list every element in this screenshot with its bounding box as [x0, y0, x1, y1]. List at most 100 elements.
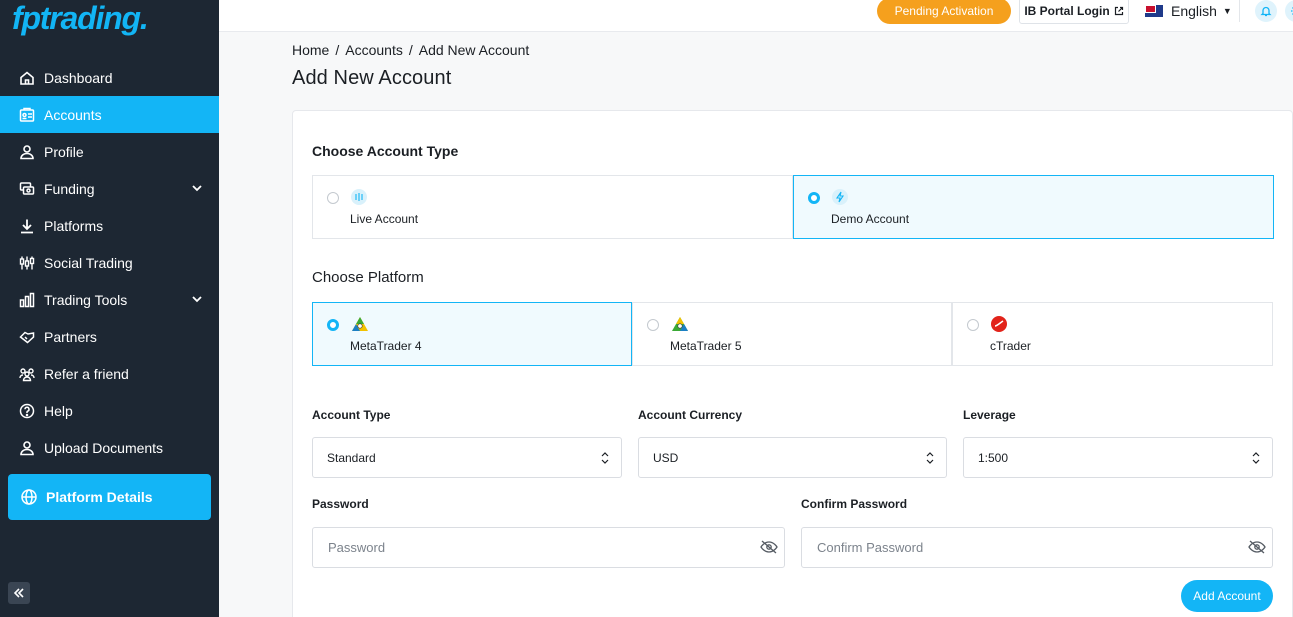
live-account-icon — [351, 189, 367, 205]
breadcrumb: Home / Accounts / Add New Account — [292, 42, 529, 58]
language-selector[interactable]: English ▼ — [1137, 0, 1233, 24]
live-account-label: Live Account — [350, 212, 419, 226]
settings-button[interactable] — [1285, 0, 1293, 22]
select-arrows-icon — [926, 452, 934, 464]
brand-logo[interactable]: fptrading. — [12, 0, 149, 37]
account-currency-value: USD — [653, 450, 679, 465]
home-icon — [18, 69, 36, 87]
sidebar-item-label: Help — [44, 402, 73, 419]
sidebar-item-label: Partners — [44, 328, 97, 345]
sidebar-item-label: Trading Tools — [44, 291, 128, 308]
demo-account-label: Demo Account — [831, 212, 910, 226]
account-currency-select[interactable]: USD — [638, 437, 947, 478]
ib-portal-login-label: IB Portal Login — [1024, 4, 1110, 18]
platform-details-button[interactable]: Platform Details — [8, 474, 211, 520]
logo-text: fptrading — [12, 0, 141, 36]
confirm-password-input[interactable] — [801, 527, 1273, 568]
chart-icon — [18, 291, 36, 309]
breadcrumb-accounts[interactable]: Accounts — [345, 42, 403, 58]
ctrader-icon — [991, 316, 1007, 332]
funding-icon — [18, 180, 36, 198]
collapse-sidebar-button[interactable] — [8, 582, 30, 604]
password-input[interactable] — [312, 527, 785, 568]
eye-slash-icon[interactable] — [1248, 540, 1266, 554]
confirm-password-label: Confirm Password — [801, 497, 908, 511]
accounts-icon — [18, 106, 36, 124]
sidebar-item-dashboard[interactable]: Dashboard — [0, 59, 219, 96]
chevron-down-icon[interactable] — [191, 293, 203, 305]
ctrader-label: cTrader — [990, 339, 1031, 353]
notifications-button[interactable] — [1255, 0, 1277, 22]
globe-icon — [20, 488, 38, 506]
handshake-icon — [18, 328, 36, 346]
double-chevron-left-icon — [13, 588, 24, 598]
ctrader-radio[interactable] — [967, 319, 979, 331]
demo-account-icon — [832, 189, 848, 205]
caret-down-icon: ▼ — [1222, 6, 1232, 16]
sidebar-item-label: Social Trading — [44, 254, 133, 271]
account-type-options: Live Account Demo Account — [312, 175, 1274, 239]
sidebar-item-accounts[interactable]: Accounts — [0, 96, 219, 133]
metatrader5-radio[interactable] — [647, 319, 659, 331]
account-type-select[interactable]: Standard — [312, 437, 622, 478]
sidebar: fptrading. Dashboard Accounts Profile Fu… — [0, 0, 219, 617]
sidebar-item-upload-documents[interactable]: Upload Documents — [0, 429, 219, 466]
user-icon — [18, 439, 36, 457]
sidebar-item-label: Upload Documents — [44, 439, 164, 456]
logo-dot: . — [139, 0, 149, 36]
leverage-label: Leverage — [963, 408, 1016, 422]
sidebar-item-trading-tools[interactable]: Trading Tools — [0, 281, 219, 318]
breadcrumb-current: Add New Account — [418, 42, 530, 58]
eye-slash-icon[interactable] — [760, 540, 778, 554]
leverage-value: 1:500 — [978, 450, 1009, 465]
australia-flag-icon — [1145, 5, 1163, 17]
live-account-option[interactable]: Live Account — [312, 175, 793, 239]
top-bar: Pending Activation IB Portal Login Engli… — [219, 0, 1293, 32]
platform-options: MetaTrader 4 MetaTrader 5 cTrader — [312, 302, 1273, 366]
sidebar-item-funding[interactable]: Funding — [0, 170, 219, 207]
breadcrumb-separator: / — [335, 42, 340, 58]
live-account-radio[interactable] — [327, 192, 339, 204]
external-link-icon — [1114, 6, 1123, 16]
select-arrows-icon — [601, 452, 609, 464]
metatrader4-option[interactable]: MetaTrader 4 — [312, 302, 632, 366]
sidebar-item-platforms[interactable]: Platforms — [0, 207, 219, 244]
sidebar-item-partners[interactable]: Partners — [0, 318, 219, 355]
sidebar-item-label: Profile — [44, 143, 84, 160]
help-icon — [18, 402, 36, 420]
account-type-value: Standard — [327, 450, 376, 465]
select-arrows-icon — [1252, 452, 1260, 464]
add-account-button[interactable]: Add Account — [1181, 580, 1273, 612]
metatrader4-radio[interactable] — [327, 319, 339, 331]
sidebar-item-label: Accounts — [44, 106, 102, 123]
account-type-label: Account Type — [312, 408, 391, 422]
sidebar-item-label: Dashboard — [44, 69, 113, 86]
page-title: Add New Account — [292, 67, 452, 89]
chevron-down-icon[interactable] — [191, 182, 203, 194]
sidebar-item-profile[interactable]: Profile — [0, 133, 219, 170]
breadcrumb-home[interactable]: Home — [292, 42, 329, 58]
download-icon — [18, 217, 36, 235]
leverage-select[interactable]: 1:500 — [963, 437, 1273, 478]
platform-details-label: Platform Details — [46, 489, 153, 505]
metatrader4-label: MetaTrader 4 — [350, 339, 422, 353]
sidebar-item-help[interactable]: Help — [0, 392, 219, 429]
bell-icon — [1260, 6, 1272, 17]
sidebar-item-refer[interactable]: Refer a friend — [0, 355, 219, 392]
social-trading-icon — [18, 254, 36, 272]
account-type-heading: Choose Account Type — [312, 143, 459, 159]
metatrader5-option[interactable]: MetaTrader 5 — [632, 302, 952, 366]
sidebar-item-label: Funding — [44, 180, 95, 197]
sidebar-nav: Dashboard Accounts Profile Funding Platf… — [0, 59, 219, 466]
sidebar-item-label: Platforms — [44, 217, 104, 234]
breadcrumb-separator: / — [408, 42, 413, 58]
ib-portal-login-button[interactable]: IB Portal Login — [1019, 0, 1129, 24]
platform-heading: Choose Platform — [312, 269, 424, 286]
sidebar-item-social-trading[interactable]: Social Trading — [0, 244, 219, 281]
ctrader-option[interactable]: cTrader — [952, 302, 1273, 366]
demo-account-option[interactable]: Demo Account — [793, 175, 1274, 239]
pending-activation-badge[interactable]: Pending Activation — [877, 0, 1011, 24]
sidebar-item-label: Refer a friend — [44, 365, 129, 382]
demo-account-radio[interactable] — [808, 192, 820, 204]
password-label: Password — [312, 497, 369, 511]
